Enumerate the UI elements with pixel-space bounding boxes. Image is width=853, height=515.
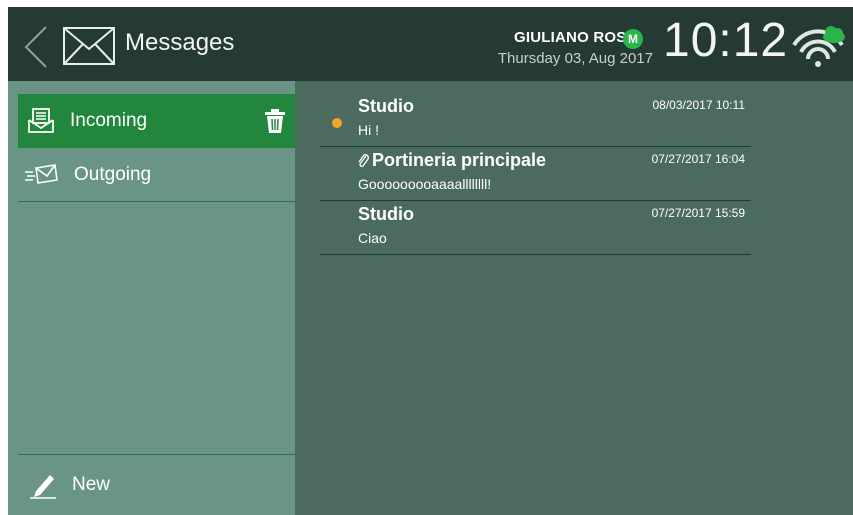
message-title: Portineria principale	[372, 150, 547, 170]
current-date: Thursday 03, Aug 2017	[497, 50, 653, 67]
message-date: 08/03/2017 10:11	[652, 98, 745, 112]
sidebar-item-outgoing[interactable]: Outgoing	[18, 148, 295, 202]
message-preview: Gooooooooaaaallllllll!	[358, 176, 492, 192]
message-title: Studio	[358, 204, 414, 224]
unread-indicator	[332, 118, 342, 128]
message-date: 07/27/2017 15:59	[651, 206, 745, 220]
paperclip-icon	[358, 154, 369, 167]
user-name: GIULIANO ROSSI	[514, 29, 641, 46]
message-title: Studio	[358, 96, 414, 116]
sidebar-item-label: Outgoing	[74, 164, 152, 185]
trash-icon[interactable]	[265, 109, 285, 133]
user-badge: M	[623, 29, 643, 49]
clock: 10:12	[663, 14, 789, 67]
sidebar-item-incoming[interactable]: Incoming	[18, 94, 307, 148]
list-item[interactable]: Studio Hi ! 08/03/2017 10:11	[320, 93, 751, 147]
list-item[interactable]: Studio Ciao 07/27/2017 15:59	[320, 201, 751, 255]
message-preview: Hi !	[358, 122, 379, 138]
send-envelope-icon	[25, 164, 58, 184]
message-date: 07/27/2017 16:04	[651, 152, 745, 166]
list-item[interactable]: Portineria principale Gooooooooaaaalllll…	[320, 147, 751, 201]
back-chevron-icon[interactable]	[22, 25, 52, 69]
wifi-cloud-icon	[792, 26, 845, 67]
new-label: New	[72, 474, 111, 495]
new-message-button[interactable]: New	[18, 455, 295, 515]
sidebar-item-label: Incoming	[70, 110, 148, 131]
header-bar: Messages GIULIANO ROSSI M Thursday 03, A…	[8, 7, 853, 81]
message-list: Studio Hi ! 08/03/2017 10:11 Portineria …	[295, 81, 853, 515]
envelope-icon	[63, 27, 115, 65]
inbox-icon	[28, 108, 54, 133]
pencil-icon	[30, 475, 56, 499]
sidebar: Incoming Outgoing New	[8, 81, 307, 515]
message-preview: Ciao	[358, 230, 387, 246]
messages-screen: Messages GIULIANO ROSSI M Thursday 03, A…	[0, 0, 853, 515]
page-title: Messages	[125, 29, 235, 56]
